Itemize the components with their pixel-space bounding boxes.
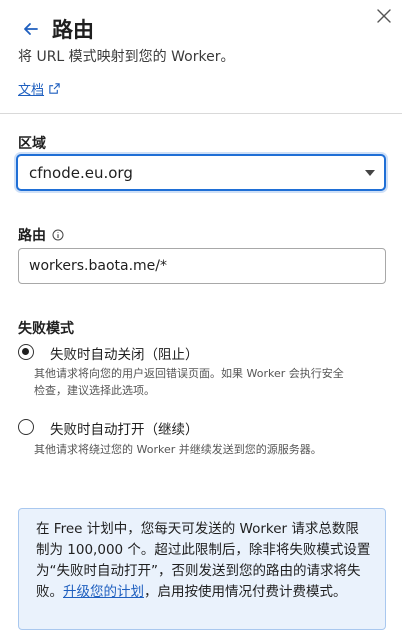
external-link-icon	[49, 83, 60, 94]
docs-link[interactable]: 文档	[18, 79, 61, 98]
close-icon[interactable]	[374, 6, 394, 26]
route-input[interactable]	[18, 248, 386, 284]
region-select[interactable]: cfnode.eu.org	[16, 154, 386, 191]
radio-fail-open-description: 其他请求将绕过您的 Worker 并继续发送到您的源服务器。	[34, 443, 322, 456]
upgrade-plan-link[interactable]: 升级您的计划	[63, 584, 144, 600]
radio-fail-open-label: 失败时自动打开（继续）	[50, 422, 199, 438]
route-label: 路由	[18, 225, 64, 245]
back-arrow-icon[interactable]	[20, 18, 42, 40]
page-subtitle: 将 URL 模式映射到您的 Worker。	[18, 49, 235, 65]
region-label: 区域	[18, 136, 46, 152]
divider	[0, 113, 402, 114]
caret-down-icon	[365, 170, 375, 176]
info-icon[interactable]	[52, 229, 64, 241]
radio-fail-closed-description: 其他请求将向您的用户返回错误页面。如果 Worker 会执行安全检查，建议选择此…	[34, 367, 344, 397]
docs-link-label: 文档	[18, 83, 45, 98]
plan-limit-notice: 在 Free 计划中，您每天可发送的 Worker 请求总数限制为 100,00…	[18, 508, 386, 630]
radio-fail-closed-label: 失败时自动关闭（阻止）	[50, 347, 199, 363]
radio-button-unchecked[interactable]	[18, 419, 34, 435]
region-select-value: cfnode.eu.org	[29, 164, 133, 182]
radio-button-checked[interactable]	[18, 344, 34, 360]
notice-text-end: ，启用按使用情况付费计费模式。	[144, 584, 347, 600]
failure-mode-label: 失败模式	[18, 321, 74, 337]
page-title: 路由	[52, 18, 94, 42]
